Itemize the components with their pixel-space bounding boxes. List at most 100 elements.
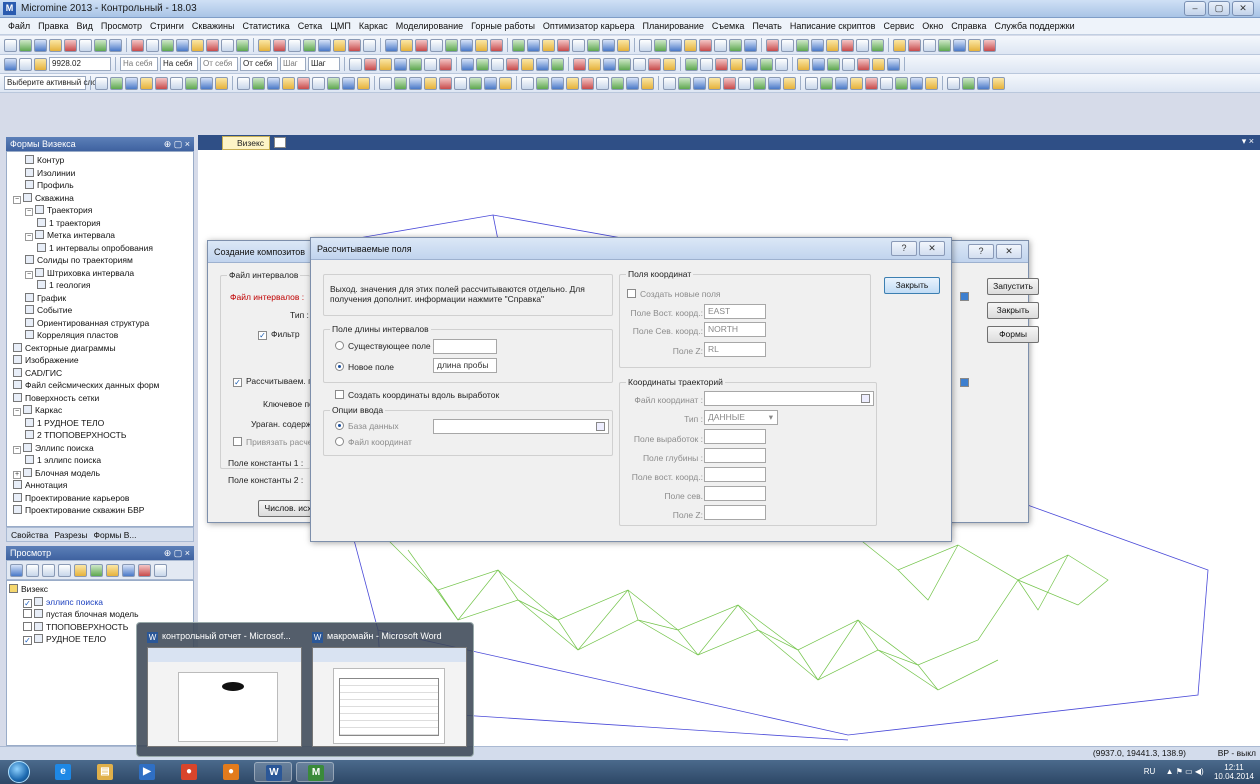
toolbar-tool-icon[interactable] — [394, 57, 407, 71]
toolbar-tool-icon[interactable] — [348, 38, 361, 52]
taskbar-explorer-button[interactable]: ▤ — [86, 762, 124, 782]
toolbar-tool-icon[interactable] — [714, 38, 727, 52]
trajectory-type-select[interactable]: ДАННЫЕ ▾ — [704, 410, 778, 425]
toolbar-tool-icon[interactable] — [760, 57, 773, 71]
menu-item[interactable]: Печать — [748, 21, 785, 31]
toolbar-tool-icon[interactable] — [273, 38, 286, 52]
drawing-tool-icon[interactable] — [357, 76, 370, 90]
toolbar-tool-icon[interactable] — [797, 57, 810, 71]
menu-item[interactable]: Оптимизатор карьера — [539, 21, 639, 31]
view-root[interactable]: Визекс — [9, 583, 191, 596]
drawing-tool-icon[interactable] — [125, 76, 138, 90]
drawing-tool-icon[interactable] — [850, 76, 863, 90]
toolbar-tool-icon[interactable] — [856, 38, 869, 52]
drawing-tool-icon[interactable] — [394, 76, 407, 90]
forms-tree-item[interactable]: Аннотация — [9, 479, 191, 492]
menu-item[interactable]: Съемка — [708, 21, 748, 31]
view-tool-icon[interactable] — [122, 564, 135, 577]
toolbar-tool-icon[interactable] — [221, 38, 234, 52]
toolbar-tool-icon[interactable] — [968, 38, 981, 52]
collapse-icon[interactable]: − — [13, 195, 21, 204]
forms-tree-item[interactable]: Ориентированная структура — [9, 317, 191, 330]
layer-visibility-checkbox[interactable] — [23, 621, 32, 631]
forms-tree-item[interactable]: Контур — [9, 154, 191, 167]
toolbar-tool-icon[interactable] — [542, 38, 555, 52]
trajectory-file-input[interactable] — [704, 391, 874, 406]
toolbar-tool-icon[interactable] — [349, 57, 362, 71]
forms-tree-item[interactable]: − Метка интервала — [9, 229, 191, 242]
away-field-1[interactable]: От себя — [200, 57, 238, 71]
north-field-input[interactable]: NORTH — [704, 322, 766, 337]
toolbar-tool-icon[interactable] — [521, 57, 534, 71]
file-browse-icon[interactable] — [960, 378, 969, 387]
forms-tree-item[interactable]: 1 эллипс поиска — [9, 454, 191, 467]
numeric-source-button[interactable]: Числов. исх — [258, 500, 318, 517]
toolbar-tool-icon[interactable] — [460, 38, 473, 52]
toolbar-tool-icon[interactable] — [445, 38, 458, 52]
drawing-tool-icon[interactable] — [865, 76, 878, 90]
forms-tree-item[interactable]: Изолинии — [9, 167, 191, 180]
forms-tree-item[interactable]: CAD/ГИС — [9, 367, 191, 380]
toolbar-tool-icon[interactable] — [536, 57, 549, 71]
layer-visibility-checkbox[interactable] — [23, 609, 32, 618]
tab-sections[interactable]: Разрезы — [54, 530, 87, 540]
file-browse-icon[interactable] — [960, 292, 969, 301]
toolbar-tool-icon[interactable] — [685, 57, 698, 71]
tab-properties[interactable]: Свойства — [11, 530, 48, 540]
toolbar-tool-icon[interactable] — [775, 57, 788, 71]
toolbar-tool-icon[interactable] — [385, 38, 398, 52]
menu-item[interactable]: Горные работы — [467, 21, 539, 31]
new-field-radio[interactable]: Новое поле — [335, 362, 394, 372]
drawing-tool-icon[interactable] — [723, 76, 736, 90]
menu-item[interactable]: Стринги — [146, 21, 188, 31]
tab-vizex[interactable]: Визекс × — [222, 136, 270, 160]
toolbar-tool-icon[interactable] — [841, 38, 854, 52]
forms-tree-item[interactable]: 1 геология — [9, 279, 191, 292]
toolbar-tool-icon[interactable] — [572, 38, 585, 52]
toolbar-tool-icon[interactable] — [602, 38, 615, 52]
toolbar-tool-icon[interactable] — [333, 38, 346, 52]
forms-tree-item[interactable]: − Скважина — [9, 192, 191, 205]
toolbar-tool-icon[interactable] — [938, 38, 951, 52]
expand-icon[interactable]: + — [13, 470, 21, 479]
database-input[interactable] — [433, 419, 609, 434]
toolbar-tool-icon[interactable] — [288, 38, 301, 52]
database-radio[interactable]: База данных — [335, 421, 399, 431]
view-layer-item[interactable]: ✓ эллипс поиска — [9, 596, 191, 609]
forms-tree-item[interactable]: − Эллипс поиска — [9, 442, 191, 455]
toolbar-tool-icon[interactable] — [700, 57, 713, 71]
view-tool-icon[interactable] — [154, 564, 167, 577]
help-button[interactable]: ? — [891, 241, 917, 256]
view-tool-icon[interactable] — [106, 564, 119, 577]
drawing-tool-icon[interactable] — [820, 76, 833, 90]
menu-item[interactable]: Служба поддержки — [991, 21, 1079, 31]
toolbar-tool-icon[interactable] — [923, 38, 936, 52]
forms-tree-item[interactable]: График — [9, 292, 191, 305]
drawing-tool-icon[interactable] — [596, 76, 609, 90]
forms-tree-item[interactable]: Профиль — [9, 179, 191, 192]
collapse-icon[interactable]: − — [25, 233, 33, 241]
drawing-tool-icon[interactable] — [768, 76, 781, 90]
clock[interactable]: 12:11 10.04.2014 — [1214, 763, 1254, 781]
toolbar-tool-icon[interactable] — [551, 57, 564, 71]
forms-tree-item[interactable]: − Каркас — [9, 404, 191, 417]
forms-tree-item[interactable]: Секторные диаграммы — [9, 342, 191, 355]
thumbnail-report[interactable]: Wконтрольный отчет - Microsof... — [147, 629, 302, 753]
layer-visibility-checkbox[interactable]: ✓ — [23, 636, 32, 645]
new-tab-icon[interactable] — [274, 137, 286, 148]
east-field-input[interactable]: EAST — [704, 304, 766, 319]
taskbar-micromine-button[interactable]: M — [296, 762, 334, 782]
coord-file-radio[interactable]: Файл координат — [335, 437, 412, 447]
drawing-tool-icon[interactable] — [880, 76, 893, 90]
taskbar-chrome-button[interactable]: ● — [170, 762, 208, 782]
drawing-tool-icon[interactable] — [678, 76, 691, 90]
drawing-tool-icon[interactable] — [499, 76, 512, 90]
taskbar-firefox-button[interactable]: ● — [212, 762, 250, 782]
toolbar-tool-icon[interactable] — [79, 38, 92, 52]
drawing-tool-icon[interactable] — [925, 76, 938, 90]
tray-icons[interactable]: ▲ ⚑ ▭ ◀) — [1166, 767, 1204, 776]
drawing-tool-icon[interactable] — [753, 76, 766, 90]
drawing-tool-icon[interactable] — [379, 76, 392, 90]
toolbar-tool-icon[interactable] — [744, 38, 757, 52]
toolbar-tool-icon[interactable] — [512, 38, 525, 52]
